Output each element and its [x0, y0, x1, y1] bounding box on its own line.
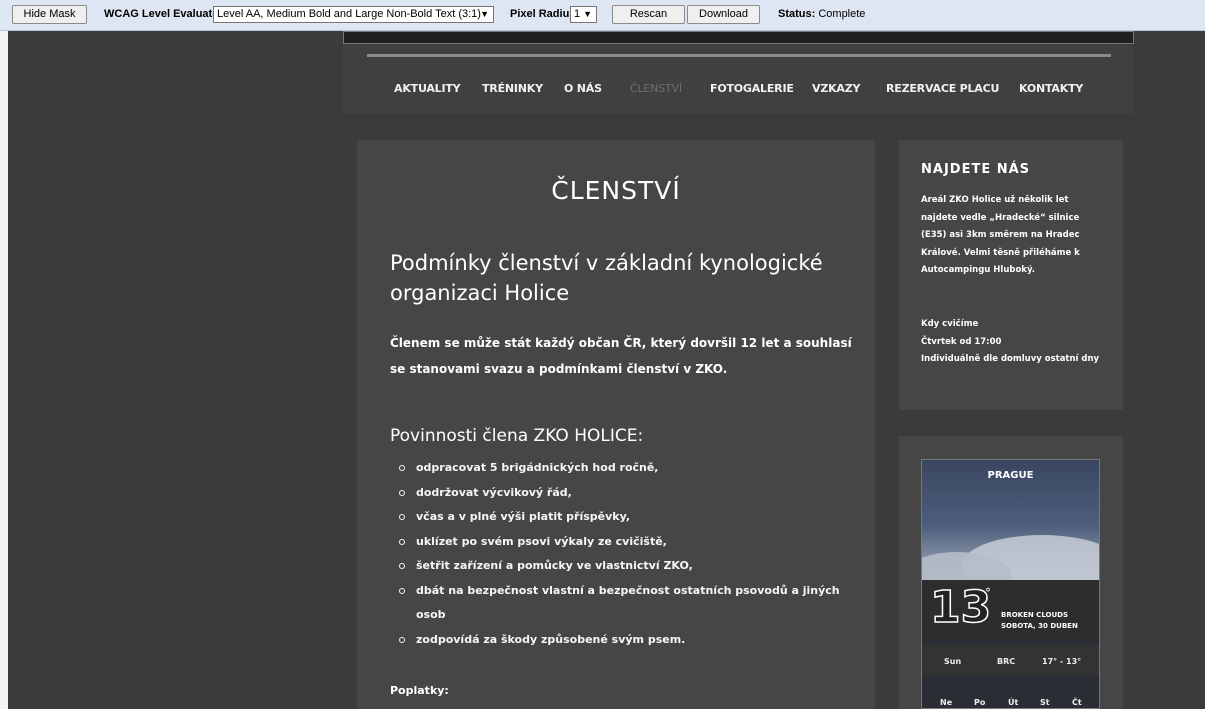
hours-note: Individuálně dle domluvy ostatní dny [921, 354, 1100, 364]
list-item: včas a v plné výši platit příspěvky, [390, 505, 860, 530]
forecast-day: Út [1008, 698, 1019, 707]
find-us-title: NAJDETE NÁS [921, 162, 1031, 177]
scan-status: Status: Complete [778, 8, 865, 20]
list-item: šetřit zařízení a pomůcky ve vlastnictví… [390, 554, 860, 579]
weather-date: SOBOTA, 30 DUBEN [1001, 622, 1078, 630]
nav-item-aktuality[interactable]: AKTUALITY [394, 82, 461, 95]
site-header: AKTUALITY TRÉNINKY O NÁS ČLENSTVÍ FOTOGA… [343, 44, 1134, 114]
nav-item-kontakty[interactable]: KONTAKTY [1019, 82, 1083, 95]
download-button[interactable]: Download [687, 5, 760, 24]
nav-item-fotogalerie[interactable]: FOTOGALERIE [710, 82, 794, 95]
list-item: uklízet po svém psovi výkaly ze cvičiště… [390, 530, 860, 555]
rescan-button[interactable]: Rescan [612, 5, 685, 24]
top-banner-strip [343, 31, 1134, 44]
status-value: Complete [818, 8, 866, 20]
chevron-down-icon: ▼ [583, 9, 592, 19]
list-item: zodpovídá za škody způsobené svým psem. [390, 628, 860, 653]
forecast-day: Ne [940, 698, 953, 707]
weather-widget-container: PRAGUE 13 ° BROKEN CLOUDS SOBOTA, 30 DUB… [899, 436, 1123, 709]
hide-mask-button[interactable]: Hide Mask [12, 5, 87, 24]
training-hours: Kdy cvičíme Čtvrtek od 17:00 Individuáln… [921, 316, 1106, 369]
wcag-toolbar: Hide Mask WCAG Level Evaluated: Level AA… [0, 0, 1205, 31]
nav-item-vzkazy[interactable]: VZKAZY [812, 82, 860, 95]
pixel-radius-value: 1 [574, 8, 581, 20]
pixel-radius-label: Pixel Radius: [510, 8, 580, 20]
hours-day: Čtvrtek od 17:00 [921, 336, 1002, 347]
list-item: odpracovat 5 brigádnických hod ročně, [390, 456, 860, 481]
weather-detail: Sun [944, 657, 962, 666]
list-item: dbát na bezpečnost vlastní a bezpečnost … [390, 579, 860, 628]
chevron-down-icon: ▼ [480, 9, 489, 19]
page-title: ČLENSTVÍ [551, 176, 681, 205]
duties-list: odpracovat 5 brigádnických hod ročně, do… [390, 456, 860, 652]
weather-range: 17° - 13° [1042, 657, 1082, 666]
list-item: dodržovat výcvikový řád, [390, 481, 860, 506]
nav-item-treninky[interactable]: TRÉNINKY [482, 82, 543, 95]
weather-temperature: 13 [929, 582, 992, 633]
duties-heading: Povinnosti člena ZKO HOLICE: [390, 426, 644, 446]
main-nav: AKTUALITY TRÉNINKY O NÁS ČLENSTVÍ FOTOGA… [343, 82, 1134, 100]
wcag-level-select[interactable]: Level AA, Medium Bold and Large Non-Bold… [213, 6, 494, 23]
pixel-radius-select[interactable]: 1 ▼ [570, 6, 597, 23]
forecast-day: Po [974, 698, 986, 707]
status-label: Status: [778, 8, 816, 20]
wcag-level-value: Level AA, Medium Bold and Large Non-Bold… [217, 8, 481, 20]
forecast-day: St [1040, 698, 1050, 707]
intro-paragraph: Členem se může stát každý občan ČR, kter… [390, 336, 852, 376]
wcag-level-label: WCAG Level Evaluated: [104, 8, 229, 20]
scrollbar-strip [0, 31, 8, 709]
find-us-text: Areál ZKO Holice už několik let najdete … [921, 195, 1080, 275]
weather-city: PRAGUE [987, 470, 1034, 481]
header-divider [367, 54, 1111, 57]
nav-item-o-nas[interactable]: O NÁS [564, 82, 602, 95]
degree-icon: ° [985, 586, 991, 600]
nav-item-clenstvi[interactable]: ČLENSTVÍ [630, 82, 682, 95]
section-subtitle: Podmínky členství v základní kynologické… [390, 251, 823, 305]
find-us-widget: NAJDETE NÁS Areál ZKO Holice už několik … [899, 140, 1123, 410]
weather-widget[interactable]: PRAGUE 13 ° BROKEN CLOUDS SOBOTA, 30 DUB… [921, 459, 1100, 709]
weather-detail: BRC [997, 657, 1016, 666]
hours-title: Kdy cvičíme [921, 319, 979, 329]
weather-condition-text: BROKEN CLOUDS [1001, 611, 1069, 619]
forecast-day: Čt [1072, 698, 1082, 707]
fees-heading: Poplatky: [390, 684, 449, 697]
main-content: ČLENSTVÍ Podmínky členství v základní ky… [357, 140, 875, 709]
nav-item-rezervace-placu[interactable]: REZERVACE PLACU [886, 82, 999, 95]
weather-condition: BROKEN CLOUDS SOBOTA, 30 DUBEN [1001, 610, 1078, 632]
